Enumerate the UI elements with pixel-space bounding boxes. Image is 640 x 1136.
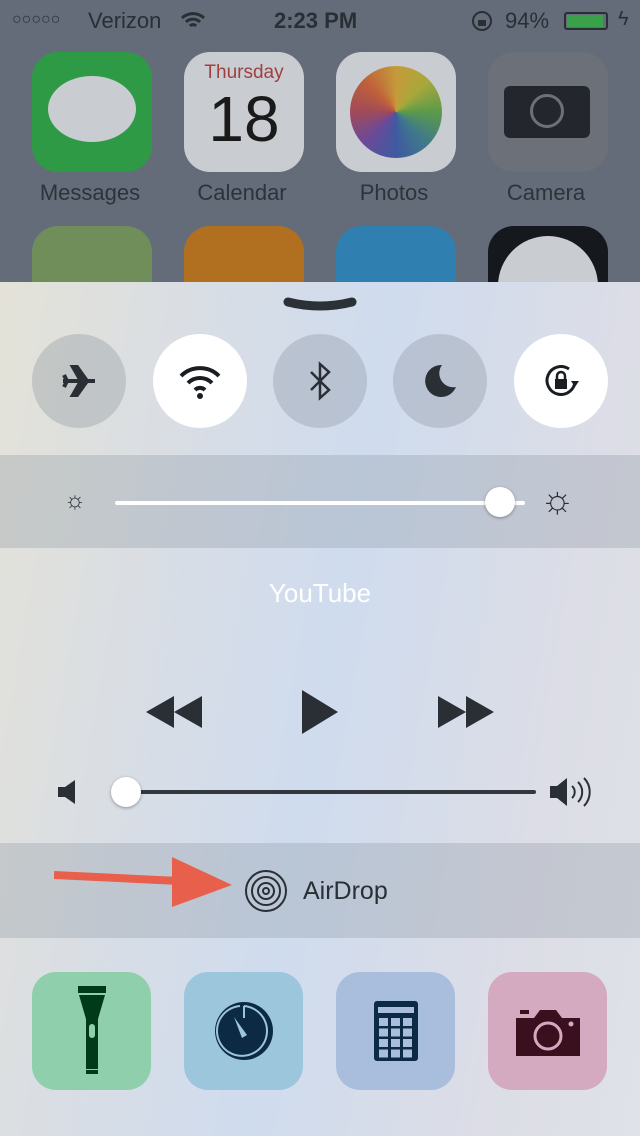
brightness-low-icon: ☼: [64, 487, 86, 514]
airplane-icon: [62, 365, 95, 397]
volume-low-icon: [58, 780, 75, 804]
volume-track[interactable]: [118, 790, 536, 794]
app-label: Photos: [359, 180, 429, 205]
wifi-icon: [179, 366, 221, 399]
camera-button[interactable]: [488, 972, 607, 1090]
dismiss-handle[interactable]: [282, 294, 358, 314]
app-camera[interactable]: [488, 52, 608, 172]
volume-slider-thumb[interactable]: [111, 777, 142, 807]
wifi-toggle[interactable]: [153, 334, 247, 428]
airdrop-button[interactable]: AirDrop: [0, 843, 640, 938]
brightness-section: ☼ ☼: [0, 455, 640, 548]
rotation-lock-icon: [472, 11, 492, 31]
status-bar: ○○○○○ Verizon 2:23 PM 94% ϟ: [0, 0, 640, 40]
play-button[interactable]: [302, 690, 338, 734]
charging-icon: ϟ: [618, 8, 629, 30]
calculator-button[interactable]: [336, 972, 455, 1090]
airplane-mode-toggle[interactable]: [32, 334, 126, 428]
home-screen: ○○○○○ Verizon 2:23 PM 94% ϟ Messages Thu…: [0, 0, 640, 346]
fast-forward-button[interactable]: [438, 696, 494, 728]
carrier: Verizon: [88, 8, 162, 33]
battery-icon: [564, 12, 608, 30]
brightness-slider-thumb[interactable]: [485, 487, 516, 517]
bluetooth-toggle[interactable]: [273, 334, 367, 428]
timer-button[interactable]: [184, 972, 303, 1090]
app-label: Messages: [39, 180, 141, 205]
calendar-day: Thursday: [204, 62, 284, 83]
flashlight-icon: [77, 986, 106, 1074]
brightness-high-icon: ☼: [540, 479, 575, 521]
rotation-lock-toggle[interactable]: [514, 334, 608, 428]
bluetooth-icon: [310, 361, 331, 401]
app-calendar[interactable]: Thursday 18: [184, 52, 304, 172]
app-messages[interactable]: [32, 52, 152, 172]
do-not-disturb-toggle[interactable]: [393, 334, 487, 428]
flashlight-button[interactable]: [32, 972, 151, 1090]
signal-strength: ○○○○○: [12, 11, 61, 28]
rewind-button[interactable]: [146, 696, 202, 728]
app-label: Camera: [506, 180, 586, 205]
rotation-lock-icon: [545, 365, 579, 396]
clock: 2:23 PM: [274, 8, 358, 33]
moon-icon: [425, 364, 456, 397]
timer-icon: [214, 1002, 273, 1060]
battery-percent: 94%: [505, 8, 550, 33]
control-center: ☼ ☼ YouTube AirDrop: [0, 282, 640, 1136]
app-label: Calendar: [197, 180, 287, 205]
now-playing-title: YouTube: [268, 578, 372, 608]
volume-high-icon: [550, 777, 591, 807]
camera-icon: [515, 1010, 580, 1056]
calendar-date: 18: [208, 83, 280, 155]
airdrop-icon: [245, 870, 287, 912]
brightness-track[interactable]: [115, 501, 525, 505]
annotation-arrow: [54, 857, 232, 907]
wifi-icon: [180, 12, 206, 28]
app-photos[interactable]: [336, 52, 456, 172]
calculator-icon: [373, 1001, 418, 1061]
airdrop-label: AirDrop: [303, 877, 388, 905]
